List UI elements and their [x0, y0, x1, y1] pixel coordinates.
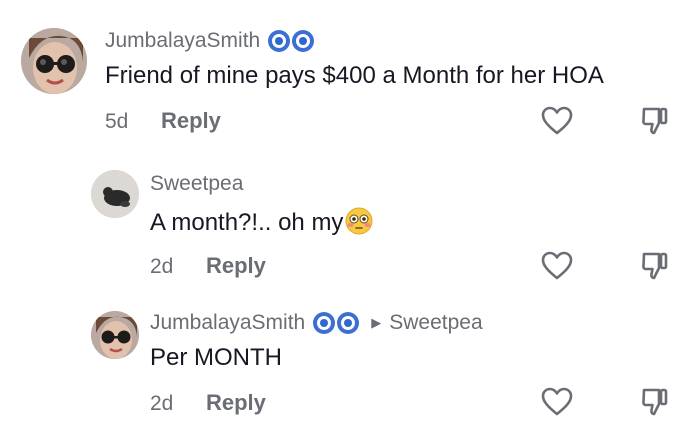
avatar[interactable]	[21, 28, 87, 94]
comment-time: 2d	[150, 255, 174, 278]
verified-eye-badge-icon	[268, 30, 315, 52]
reply-button[interactable]: Reply	[161, 108, 221, 134]
reply-button[interactable]: Reply	[206, 253, 266, 279]
comment-time: 5d	[105, 110, 129, 133]
avatar[interactable]	[91, 311, 139, 359]
reply-button[interactable]: Reply	[206, 390, 266, 416]
reply-to-label: Sweetpea	[389, 311, 483, 334]
comment-text: Friend of mine pays $400 a Month for her…	[105, 62, 604, 89]
comment-3: JumbalayaSmith ▶ Sweetpea Per MONTH 2d R…	[0, 290, 700, 433]
comment-username[interactable]: JumbalayaSmith	[105, 29, 315, 53]
comment-meta: 2d Reply	[150, 253, 266, 279]
dislike-icon[interactable]	[641, 387, 669, 422]
dislike-icon[interactable]	[641, 251, 669, 286]
reply-to-user[interactable]: ▶ Sweetpea	[371, 311, 482, 335]
comment-time: 2d	[150, 392, 174, 415]
comment-meta: 5d Reply	[105, 108, 221, 134]
username-label: JumbalayaSmith	[150, 311, 306, 334]
heart-icon[interactable]	[541, 387, 573, 422]
heart-icon[interactable]	[541, 106, 573, 141]
comment-username[interactable]: JumbalayaSmith ▶ Sweetpea	[150, 311, 483, 335]
comment-text: Per MONTH	[150, 344, 282, 371]
username-label: JumbalayaSmith	[105, 29, 261, 52]
flushed-face-emoji-icon	[345, 207, 373, 235]
comment-text: A month?!.. oh my	[150, 207, 373, 237]
avatar[interactable]	[91, 170, 139, 218]
comment-1: JumbalayaSmith Friend of mine pays $400 …	[0, 0, 700, 145]
reply-arrow-icon: ▶	[371, 315, 382, 330]
comment-meta: 2d Reply	[150, 390, 266, 416]
dislike-icon[interactable]	[641, 106, 669, 141]
verified-eye-badge-icon	[313, 312, 360, 334]
heart-icon[interactable]	[541, 251, 573, 286]
comment-text-label: A month?!.. oh my	[150, 209, 344, 236]
username-label: Sweetpea	[150, 172, 244, 195]
comment-username[interactable]: Sweetpea	[150, 172, 243, 196]
comment-2: Sweetpea A month?!.. oh my 2d Reply	[0, 145, 700, 290]
